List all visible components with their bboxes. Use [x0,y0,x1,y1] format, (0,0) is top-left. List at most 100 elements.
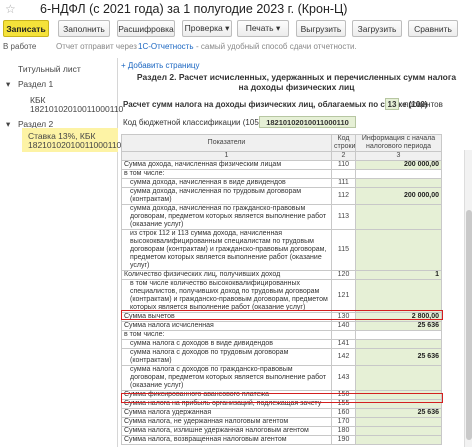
check-menu-button[interactable]: Проверка ▾ [182,20,232,37]
row-label: в том числе количество высококвалифициро… [121,279,332,313]
export-button[interactable]: Выгрузить [296,20,346,37]
row-value-cell[interactable] [355,279,442,313]
row-label: Сумма фиксированного авансового платежа [121,390,332,400]
row-value-cell[interactable]: 25 636 [355,348,442,366]
row-value-cell[interactable]: 1 [355,270,442,280]
info-prefix: Отчет отправит через [56,42,137,51]
row-code: 110 [331,160,356,170]
row-label: Количество физических лиц, получивших до… [121,270,332,280]
compare-button[interactable]: Сравнить [408,20,458,37]
sidebar-item-section-1[interactable]: Раздел 1 [18,79,53,89]
row-label: сумма дохода, начисленная в виде дивиден… [121,178,332,188]
row-label: сумма налога с доходов в виде дивидендов [121,339,332,349]
row-value-cell [355,330,442,340]
sidebar-item-rate-kbk[interactable]: 18210102010011000110 [28,140,121,150]
row-code: 121 [331,279,356,313]
import-button[interactable]: Загрузить [352,20,402,37]
row-value-cell[interactable] [355,204,442,230]
row-label: в том числе: [121,330,332,340]
sections-sidebar: Титульный лист ▾ Раздел 1 КБК 1821010201… [0,58,123,447]
sidebar-item-kbk-code[interactable]: 18210102010011000110 [30,104,123,114]
row-code: 112 [331,187,356,205]
table-row: сумма дохода, начисленная по трудовым до… [121,187,442,205]
table-row: Количество физических лиц, получивших до… [121,270,442,280]
row-label: Сумма вычетов [121,312,332,322]
table-row: Сумма налога, излишне удержанная налогов… [121,426,442,436]
indicators-table-wrap: Показатели Код строки Информация с начал… [121,134,472,447]
row-label: сумма дохода, начисленная по трудовым до… [121,187,332,205]
row-label: Сумма налога на прибыль организаций, под… [121,399,332,409]
table-scrollbar[interactable] [464,150,472,447]
table-row: в том числе: [121,330,442,340]
kbk-field[interactable]: 18210102010011000110 [259,116,356,128]
row-value-cell[interactable]: 200 000,00 [355,160,442,170]
row-value-cell[interactable]: 25 636 [355,321,442,331]
row-value-cell[interactable] [355,426,442,436]
toolbar: Записать Заполнить Расшифровка Проверка … [0,20,474,38]
col-num-3: 3 [355,151,442,161]
row-label: Сумма налога, не удержанная налоговым аг… [121,417,332,427]
row-value-cell[interactable]: 2 800,00 [355,312,442,322]
title-bar: ☆ 6-НДФЛ (с 2021 года) за 1 полугодие 20… [0,0,474,18]
row-label: из строк 112 и 113 сумма дохода, начисле… [121,229,332,271]
row-code [331,330,356,340]
add-page-link[interactable]: + Добавить страницу [121,61,200,70]
kbk-label: Код бюджетной классификации (105) [123,118,262,127]
table-row: Сумма налога исчисленная 140 25 636 [121,321,442,331]
row-code: 143 [331,365,356,391]
row-code: 142 [331,348,356,366]
row-label: Сумма налога, излишне удержанная налогов… [121,426,332,436]
row-code: 150 [331,390,356,400]
row-code: 170 [331,417,356,427]
row-value-cell[interactable] [355,339,442,349]
table-row: Сумма фиксированного авансового платежа 1… [121,390,442,400]
print-menu-button[interactable]: Печать ▾ [237,20,289,37]
window-title: 6-НДФЛ (с 2021 года) за 1 полугодие 2023… [40,2,348,16]
sidebar-item-title-page[interactable]: Титульный лист [18,64,81,74]
row-value-cell[interactable] [355,365,442,391]
col-num-2: 2 [331,151,356,161]
row-code: 141 [331,339,356,349]
row-code: 160 [331,408,356,418]
row-value-cell[interactable] [355,178,442,188]
row-value-cell[interactable] [355,399,442,409]
row-label: Сумма дохода, начисленная физическим лиц… [121,160,332,170]
row-value-cell[interactable] [355,390,442,400]
row-value-cell[interactable]: 200 000,00 [355,187,442,205]
col-header-info: Информация с начала налогового периода [355,134,442,152]
row-value-cell[interactable] [355,435,442,445]
row-code [331,169,356,179]
favorite-star-icon[interactable]: ☆ [5,2,16,16]
table-row: сумма налога с доходов по трудовым догов… [121,348,442,366]
indicators-table: Показатели Код строки Информация с начал… [121,134,442,445]
row-label: Сумма налога исчисленная [121,321,332,331]
row-code: 120 [331,270,356,280]
row-label: сумма налога с доходов по трудовым догов… [121,348,332,366]
row-code: 190 [331,435,356,445]
table-row: Сумма налога, не удержанная налоговым аг… [121,417,442,427]
row-value-cell[interactable]: 25 636 [355,408,442,418]
table-row: Сумма налога на прибыль организаций, под… [121,399,442,409]
section-heading-line-1: Раздел 2. Расчет исчисленных, удержанных… [136,72,457,82]
fill-button[interactable]: Заполнить [58,20,110,37]
row-code: 113 [331,204,356,230]
main-form: + Добавить страницу Раздел 2. Расчет исч… [119,58,474,447]
table-row: Сумма налога, возвращенная налоговым аге… [121,435,442,445]
row-value-cell[interactable] [355,417,442,427]
row-label: Сумма налога, возвращенная налоговым аге… [121,435,332,445]
scrollbar-thumb[interactable] [466,210,472,440]
status-label: В работе [3,42,37,51]
save-button[interactable]: Записать [3,20,49,37]
row-label: в том числе: [121,169,332,179]
rate-field[interactable]: 13 [385,98,399,110]
rate-unit: процентов [404,100,443,109]
reporting-link[interactable]: 1С-Отчетность [138,42,194,51]
decode-button[interactable]: Расшифровка [117,20,175,37]
col-header-indicators: Показатели [121,134,332,152]
row-value-cell [355,169,442,179]
table-row: Сумма вычетов 130 2 800,00 [121,312,442,322]
section-1-collapse-icon[interactable]: ▾ [6,79,10,89]
row-code: 140 [331,321,356,331]
row-value-cell[interactable] [355,229,442,271]
section-2-collapse-icon[interactable]: ▾ [6,119,10,129]
